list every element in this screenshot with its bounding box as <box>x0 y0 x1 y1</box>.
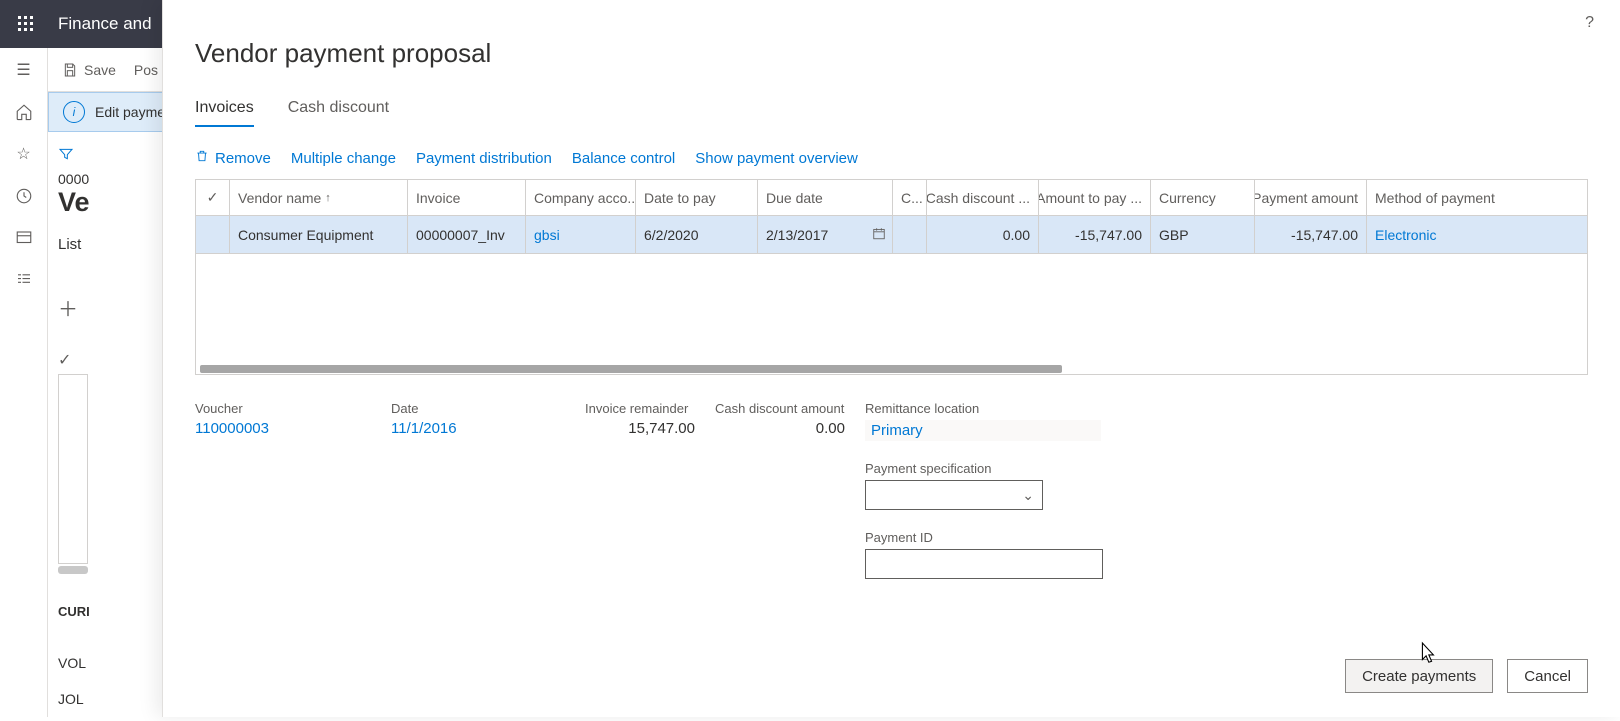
payment-id-input[interactable] <box>865 549 1103 579</box>
cell-amount-to-pay[interactable]: -15,747.00 <box>1039 216 1151 253</box>
hamburger-icon[interactable]: ☰ <box>14 60 34 80</box>
grid-h-scrollbar[interactable] <box>196 364 1587 374</box>
recent-icon[interactable] <box>14 186 34 206</box>
col-due-date[interactable]: Due date <box>758 180 893 215</box>
payment-spec-label: Payment specification <box>865 461 1101 476</box>
sort-asc-icon: ↑ <box>325 192 331 204</box>
col-company[interactable]: Company acco... <box>526 180 636 215</box>
info-bar-label: Edit paymer <box>95 104 170 120</box>
tab-invoices[interactable]: Invoices <box>195 99 254 127</box>
cell-payment-amount[interactable]: -15,747.00 <box>1255 216 1367 253</box>
cell-cc[interactable] <box>893 216 927 253</box>
star-icon[interactable]: ☆ <box>14 144 34 164</box>
payment-id-label: Payment ID <box>865 530 1101 545</box>
record-id: 0000 <box>58 171 158 187</box>
multiple-change-link[interactable]: Multiple change <box>291 150 396 167</box>
col-payment-amount[interactable]: Payment amount <box>1255 180 1367 215</box>
col-cash-discount[interactable]: Cash discount ... <box>927 180 1039 215</box>
filter-icon[interactable] <box>58 146 158 165</box>
balance-control-link[interactable]: Balance control <box>572 150 675 167</box>
cell-currency[interactable]: GBP <box>1151 216 1255 253</box>
remove-button[interactable]: Remove <box>195 149 271 167</box>
cell-invoice[interactable]: 00000007_Inv <box>408 216 526 253</box>
invoice-grid: ✓ Vendor name↑ Invoice Company acco... D… <box>195 179 1588 375</box>
grid-header: ✓ Vendor name↑ Invoice Company acco... D… <box>196 180 1587 216</box>
remittance-label: Remittance location <box>865 401 1101 416</box>
grid-body: Consumer Equipment 00000007_Inv gbsi 6/2… <box>196 216 1587 364</box>
post-label[interactable]: Pos <box>134 62 158 78</box>
col-method[interactable]: Method of payment <box>1367 180 1587 215</box>
col-currency[interactable]: Currency <box>1151 180 1255 215</box>
payment-spec-combo[interactable]: ⌄ <box>865 480 1043 510</box>
save-icon <box>62 62 78 78</box>
cell-cash-discount[interactable]: 0.00 <box>927 216 1039 253</box>
date-value[interactable]: 11/1/2016 <box>391 420 565 437</box>
chevron-down-icon: ⌄ <box>1022 487 1034 504</box>
col-date-to-pay[interactable]: Date to pay <box>636 180 758 215</box>
detail-fields: Voucher 110000003 Date 11/1/2016 Invoice… <box>195 401 1588 579</box>
cell-company[interactable]: gbsi <box>526 216 636 253</box>
date-label: Date <box>391 401 565 416</box>
modules-icon[interactable] <box>14 270 34 290</box>
grid-row[interactable]: Consumer Equipment 00000007_Inv gbsi 6/2… <box>196 216 1587 254</box>
page-heading: Ve <box>58 187 158 218</box>
list-scrollbar[interactable] <box>58 566 88 574</box>
col-amount-to-pay[interactable]: Amount to pay ... <box>1039 180 1151 215</box>
trash-icon <box>195 149 209 167</box>
save-button[interactable]: Save <box>62 62 116 78</box>
create-payments-button[interactable]: Create payments <box>1345 659 1493 693</box>
save-label: Save <box>84 62 116 78</box>
home-icon[interactable] <box>14 102 34 122</box>
journal-label-bg: JOL <box>58 691 158 707</box>
info-icon: i <box>63 101 85 123</box>
calendar-icon[interactable] <box>872 226 886 243</box>
checkmark-icon[interactable]: ✓ <box>58 350 158 370</box>
waffle-icon[interactable] <box>10 8 42 40</box>
col-invoice[interactable]: Invoice <box>408 180 526 215</box>
grid-action-row: Remove Multiple change Payment distribut… <box>195 149 1588 167</box>
show-overview-link[interactable]: Show payment overview <box>695 150 858 167</box>
cell-date-to-pay[interactable]: 6/2/2020 <box>636 216 758 253</box>
remove-label: Remove <box>215 150 271 167</box>
left-nav-rail: ☰ ☆ <box>0 48 48 717</box>
invoice-remainder-label: Invoice remainder <box>585 401 695 416</box>
voucher-value[interactable]: 110000003 <box>195 420 371 437</box>
help-icon[interactable]: ? <box>1585 14 1594 32</box>
invoice-remainder-value: 15,747.00 <box>585 420 695 437</box>
workspace-icon[interactable] <box>14 228 34 248</box>
tab-list[interactable]: List <box>58 236 158 253</box>
cash-discount-amount-value: 0.00 <box>715 420 845 437</box>
cell-vendor[interactable]: Consumer Equipment <box>230 216 408 253</box>
voucher-label-bg: VOL <box>58 655 158 671</box>
cell-due-date[interactable]: 2/13/2017 <box>758 216 893 253</box>
row-selector[interactable] <box>196 216 230 253</box>
col-cc[interactable]: C... <box>893 180 927 215</box>
add-icon[interactable]: ＋ <box>58 293 158 322</box>
background-page-content: 0000 Ve List ＋ ✓ CURI VOL JOL <box>48 132 168 721</box>
dialog-footer: Create payments Cancel <box>1345 659 1588 693</box>
cell-method[interactable]: Electronic <box>1367 216 1587 253</box>
list-box[interactable] <box>58 374 88 564</box>
payment-distribution-link[interactable]: Payment distribution <box>416 150 552 167</box>
voucher-label: Voucher <box>195 401 371 416</box>
currency-label: CURI <box>58 604 158 619</box>
tab-cash-discount[interactable]: Cash discount <box>288 99 389 127</box>
col-vendor-name[interactable]: Vendor name↑ <box>230 180 408 215</box>
cancel-button[interactable]: Cancel <box>1507 659 1588 693</box>
cash-discount-amount-label: Cash discount amount <box>715 401 845 416</box>
dialog-tabs: Invoices Cash discount <box>195 99 1588 127</box>
dialog-title: Vendor payment proposal <box>195 38 1588 69</box>
remittance-value[interactable]: Primary <box>865 420 1101 441</box>
dialog-panel: ? Vendor payment proposal Invoices Cash … <box>162 0 1620 717</box>
select-all-header[interactable]: ✓ <box>196 180 230 215</box>
app-title: Finance and <box>58 14 152 34</box>
